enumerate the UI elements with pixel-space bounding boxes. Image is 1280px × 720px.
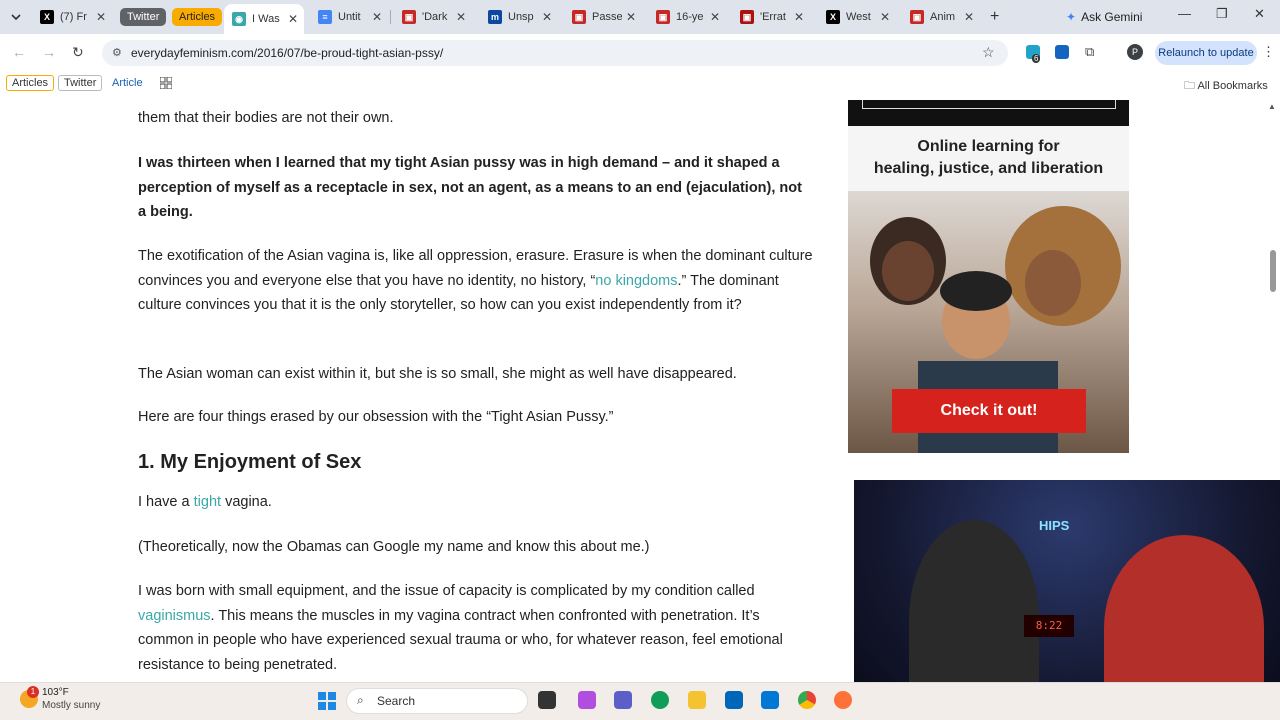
taskbar xyxy=(0,682,1280,720)
mail-icon[interactable] xyxy=(761,691,779,709)
paragraph: them that their bodies are not their own… xyxy=(138,110,394,126)
bookmark-star-icon[interactable]: ☆ xyxy=(982,44,995,61)
paragraph: I was born with small equipment, and the… xyxy=(138,583,783,673)
paragraph: Here are four things erased by our obses… xyxy=(138,409,614,425)
close-icon[interactable]: ✕ xyxy=(964,10,974,24)
close-icon[interactable]: ✕ xyxy=(372,10,382,24)
ask-gemini-button[interactable]: ✦ Ask Gemini xyxy=(1066,6,1142,28)
tab-group-articles[interactable]: Articles xyxy=(172,8,223,26)
news-icon: ▣ xyxy=(740,10,754,24)
tab-separator xyxy=(390,10,391,24)
digital-clock: 8:22 xyxy=(1024,615,1074,637)
tab-passe[interactable]: ▣ Passe ✕ xyxy=(564,4,642,30)
news-icon: ▣ xyxy=(910,10,924,24)
tab-16ye[interactable]: ▣ 16-ye ✕ xyxy=(648,4,726,30)
ad-headline: Online learning for healing, justice, an… xyxy=(873,138,1104,177)
news-icon: ▣ xyxy=(402,10,416,24)
tab-news-dark[interactable]: ▣ 'Dark ✕ xyxy=(394,4,472,30)
ad-banner-top xyxy=(848,100,1129,126)
sidebar-ad[interactable]: Online learning for healing, justice, an… xyxy=(848,100,1129,453)
link-vaginismus[interactable]: vaginismus xyxy=(138,608,211,624)
link-tight[interactable]: tight xyxy=(194,494,221,510)
weather-condition: Mostly sunny xyxy=(42,700,101,711)
link-no-kingdoms[interactable]: no kingdoms xyxy=(595,273,677,289)
url-text[interactable]: everydayfeminism.com/2016/07/be-proud-ti… xyxy=(131,46,443,60)
firefox-icon[interactable] xyxy=(834,691,852,709)
ad-frame xyxy=(862,100,1116,109)
bookmark-article[interactable]: Article xyxy=(112,77,143,89)
extensions-puzzle-icon[interactable]: ⧉ xyxy=(1085,44,1094,60)
avatar[interactable]: P xyxy=(1127,44,1143,60)
close-icon[interactable]: ✕ xyxy=(880,10,890,24)
tab-group-twitter[interactable]: Twitter xyxy=(120,8,167,26)
paragraph: The Asian woman can exist within it, but… xyxy=(138,366,737,382)
windows-start-icon[interactable] xyxy=(318,692,336,710)
restore-icon[interactable]: ❐ xyxy=(1216,6,1228,22)
paragraph: I have a tight vagina. xyxy=(138,494,272,510)
store-icon[interactable] xyxy=(725,691,743,709)
all-bookmarks[interactable]: 🗀 All Bookmarks xyxy=(1184,77,1268,96)
bookmark-articles[interactable]: Articles xyxy=(6,75,55,91)
section-heading: 1. My Enjoyment of Sex xyxy=(138,451,362,473)
file-explorer-icon[interactable] xyxy=(688,691,706,709)
temperature[interactable]: 103°F xyxy=(42,687,69,698)
close-icon[interactable]: ✕ xyxy=(288,12,298,26)
paragraph: The exotification of the Asian vagina is… xyxy=(138,248,813,313)
notification-badge: 1 xyxy=(27,686,39,698)
back-icon[interactable]: ← xyxy=(12,44,26,60)
scroll-up-icon[interactable]: ▲ xyxy=(1268,102,1276,111)
tab-unsp[interactable]: m Unsp ✕ xyxy=(480,4,558,30)
close-icon[interactable]: ✕ xyxy=(96,10,106,24)
search-label: Search xyxy=(377,694,416,708)
copilot-icon[interactable] xyxy=(578,691,596,709)
x-icon: X xyxy=(40,10,54,24)
tab-search-icon[interactable] xyxy=(8,9,24,25)
scrollbar-thumb[interactable] xyxy=(1270,250,1276,292)
extension-icon[interactable] xyxy=(1055,45,1069,59)
new-tab-icon[interactable]: + xyxy=(990,8,999,26)
close-icon[interactable]: ✕ xyxy=(710,10,720,24)
window-close-icon[interactable]: ✕ xyxy=(1254,6,1265,22)
neon-sign: HIPS xyxy=(1039,518,1070,533)
edge-icon[interactable] xyxy=(651,691,669,709)
tab-active-article[interactable]: ◉ I Was ✕ xyxy=(224,4,304,34)
menu-icon[interactable]: ⋮ xyxy=(1262,44,1275,60)
apps-grid-icon[interactable] xyxy=(160,77,172,89)
gemini-icon: ✦ xyxy=(1066,10,1077,24)
tab-docs[interactable]: ≡ Untit ✕ xyxy=(310,4,388,30)
search-icon: ⌕ xyxy=(357,693,364,707)
close-icon[interactable]: ✕ xyxy=(456,10,466,24)
x-icon: X xyxy=(826,10,840,24)
close-icon[interactable]: ✕ xyxy=(542,10,552,24)
reload-icon[interactable]: ↻ xyxy=(72,44,84,61)
news-icon: ▣ xyxy=(656,10,670,24)
site-info-icon[interactable]: ⚙ xyxy=(112,46,122,59)
tab-west[interactable]: X West ✕ xyxy=(818,4,896,30)
paragraph-bold: I was thirteen when I learned that my ti… xyxy=(138,155,802,220)
folder-icon: 🗀 xyxy=(1184,80,1198,92)
tab-anim[interactable]: ▣ Anim ✕ xyxy=(902,4,980,30)
teams-icon[interactable] xyxy=(614,691,632,709)
close-icon[interactable]: ✕ xyxy=(626,10,636,24)
chrome-icon[interactable] xyxy=(798,691,816,709)
relaunch-button[interactable]: Relaunch to update xyxy=(1155,41,1257,65)
terminal-icon[interactable] xyxy=(538,691,556,709)
bookmark-twitter[interactable]: Twitter xyxy=(58,75,103,91)
everydayfeminism-icon: ◉ xyxy=(232,12,246,26)
ad-cta-button[interactable]: Check it out! xyxy=(892,389,1086,433)
taskbar-search[interactable] xyxy=(346,688,528,714)
forward-icon[interactable]: → xyxy=(42,44,56,60)
paragraph: (Theoretically, now the Obamas can Googl… xyxy=(138,539,650,555)
close-icon[interactable]: ✕ xyxy=(794,10,804,24)
minimize-icon[interactable]: — xyxy=(1178,6,1191,21)
tab-x[interactable]: X (7) Fr ✕ xyxy=(32,4,112,30)
news-icon: ▣ xyxy=(572,10,586,24)
bookmarks-bar xyxy=(0,72,1280,94)
tab-errat[interactable]: ▣ 'Errat ✕ xyxy=(732,4,810,30)
docs-icon: ≡ xyxy=(318,10,332,24)
m-icon: m xyxy=(488,10,502,24)
